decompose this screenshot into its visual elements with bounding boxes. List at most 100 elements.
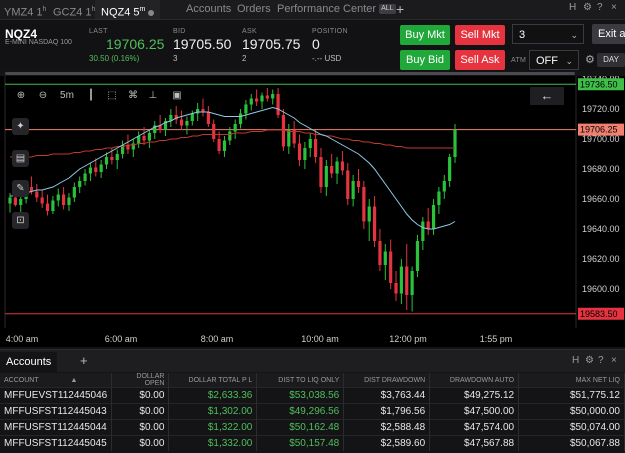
table-row[interactable]: MFFUSFST112445043 $0.00 $1,302.00 $49,296.5… xyxy=(0,403,625,420)
column-header-max-net-liq[interactable]: MAX NET LIQ xyxy=(518,373,625,388)
crosshair-box-icon[interactable]: ⬚ xyxy=(105,89,119,103)
candle-body xyxy=(271,94,275,99)
indicators-icon[interactable]: ⊥ xyxy=(146,89,160,103)
chart-scrollbar[interactable] xyxy=(5,72,575,75)
pencil-tool-icon[interactable]: ✎ xyxy=(12,180,29,197)
draw-tools-icon[interactable]: ⌘ xyxy=(126,89,140,103)
candle-body xyxy=(324,166,328,187)
candle-body xyxy=(35,191,39,198)
tab-nqz4[interactable]: NQZ4 5m xyxy=(95,0,161,19)
candle-style-icon[interactable]: ┃ xyxy=(84,89,98,103)
candle-body xyxy=(453,130,457,157)
tab-gcz4[interactable]: GCZ4 1h xyxy=(53,0,95,19)
last-change: 30.50 (0.16%) xyxy=(89,54,140,63)
help-icon[interactable]: ? xyxy=(598,355,604,366)
atm-label: ATM xyxy=(511,57,527,64)
tab-orders[interactable]: Orders xyxy=(237,0,271,19)
cursor-tool-icon[interactable]: ✦ xyxy=(12,118,29,135)
buy-mkt-button[interactable]: Buy Mkt xyxy=(400,25,450,45)
exit-at-button[interactable]: Exit at xyxy=(592,24,625,44)
help-icon[interactable]: ? xyxy=(597,2,603,13)
add-panel-tab-button[interactable]: + xyxy=(80,353,88,368)
tab-ymz4[interactable]: YMZ4 1h xyxy=(4,0,46,19)
table-header-row: ACCOUNT ▲ DOLLAR OPEN DOLLAR TOTAL P L D… xyxy=(0,373,625,388)
bid-label: BID xyxy=(173,28,186,35)
interval-selector[interactable]: 5m xyxy=(58,89,76,103)
column-header-dollar-total-pl[interactable]: DOLLAR TOTAL P L xyxy=(168,373,258,388)
candle-body xyxy=(405,266,409,295)
table-cell: $2,633.36 xyxy=(168,387,258,404)
scroll-to-latest-arrow-icon[interactable]: ← xyxy=(530,87,564,105)
candle-body xyxy=(217,139,221,151)
price-chart[interactable]: 19740.0019720.0019700.0019680.0019660.00… xyxy=(0,76,625,347)
tab-label: NQZ4 5 xyxy=(101,6,140,19)
tab-performance-center[interactable]: Performance Center ALL xyxy=(277,0,396,19)
table-cell: $47,567.88 xyxy=(429,435,520,451)
zoom-out-icon[interactable]: ⊖ xyxy=(36,89,50,103)
zoom-in-icon[interactable]: ⊕ xyxy=(14,89,28,103)
candle-body xyxy=(314,139,318,157)
tab-label: Performance Center xyxy=(277,3,377,15)
close-icon[interactable]: × xyxy=(611,2,617,13)
day-tif-button[interactable]: DAY xyxy=(597,53,625,67)
gear-icon[interactable]: ⚙ xyxy=(583,2,592,13)
candle-body xyxy=(356,181,361,187)
table-cell: $0.00 xyxy=(111,435,170,451)
notes-tool-icon[interactable]: ▤ xyxy=(12,150,29,167)
buy-bid-button[interactable]: Buy Bid xyxy=(400,50,450,70)
position-usd: -.-- USD xyxy=(312,54,342,63)
atm-select[interactable]: OFF ⌄ xyxy=(529,50,579,70)
add-tab-button[interactable]: + xyxy=(396,0,404,19)
candle-body xyxy=(99,164,103,172)
tab-accounts[interactable]: Accounts xyxy=(186,0,231,19)
candle-body xyxy=(303,148,307,160)
candle-body xyxy=(88,167,93,174)
column-header-dist-to-liq-only[interactable]: DIST TO LIQ ONLY xyxy=(256,373,345,388)
sell-mkt-button[interactable]: Sell Mkt xyxy=(455,25,505,45)
table-row[interactable]: MFFUEVST112445046 $0.00 $2,633.36 $53,038.5… xyxy=(0,387,625,404)
candle-body xyxy=(276,94,280,115)
column-header-account[interactable]: ACCOUNT ▲ xyxy=(0,373,113,388)
candle-body xyxy=(330,166,334,174)
atm-settings-gear-icon[interactable]: ⚙ xyxy=(585,53,595,66)
tab-bar: YMZ4 1h GCZ4 1h NQZ4 5m Accounts Orders … xyxy=(0,0,625,20)
all-badge[interactable]: ALL xyxy=(379,4,396,15)
table-cell: $1,796.56 xyxy=(343,403,431,420)
candle-body xyxy=(255,98,259,102)
candle-body xyxy=(185,121,189,126)
table-cell: MFFUSFST112445045 xyxy=(0,435,113,451)
candle-body xyxy=(319,157,323,187)
candle-body xyxy=(399,266,403,294)
tab-accounts-panel[interactable]: Accounts xyxy=(0,352,58,372)
close-icon[interactable]: × xyxy=(611,355,617,366)
templates-icon[interactable]: ▣ xyxy=(170,89,184,103)
table-cell: MFFUSFST112445044 xyxy=(0,419,113,436)
table-cell: $50,074.00 xyxy=(518,419,625,436)
h-icon[interactable]: H xyxy=(572,355,579,366)
table-cell: MFFUSFST112445043 xyxy=(0,403,113,420)
column-header-drawdown-auto[interactable]: DRAWDOWN AUTO xyxy=(429,373,520,388)
table-row[interactable]: MFFUSFST112445045 $0.00 $1,332.00 $50,157.4… xyxy=(0,435,625,451)
h-icon[interactable]: H xyxy=(569,2,576,13)
candle-body xyxy=(142,136,146,141)
candle-body xyxy=(335,161,339,174)
lock-tool-icon[interactable]: ⊡ xyxy=(12,212,29,229)
column-header-dollar-open[interactable]: DOLLAR OPEN xyxy=(111,373,170,388)
table-row[interactable]: MFFUSFST112445044 $0.00 $1,322.00 $50,162.4… xyxy=(0,419,625,436)
moving-average-blue-line xyxy=(10,106,456,230)
sell-ask-button[interactable]: Sell Ask xyxy=(455,50,505,70)
tab-label: YMZ4 1 xyxy=(4,6,43,19)
candle-body xyxy=(206,112,210,124)
candle-body xyxy=(378,241,382,265)
candle-body xyxy=(62,194,66,205)
y-tick-label: 19600.00 xyxy=(582,284,620,294)
candle-body xyxy=(45,203,50,211)
candle-body xyxy=(147,133,151,141)
quantity-select[interactable]: 3 ⌄ xyxy=(512,24,584,44)
gear-icon[interactable]: ⚙ xyxy=(585,355,594,366)
column-header-dist-drawdown[interactable]: DIST DRAWDOWN xyxy=(343,373,431,388)
candle-body xyxy=(238,113,243,124)
x-tick-label: 8:00 am xyxy=(201,334,234,344)
symbol-description: E-MINI NASDAQ 100 xyxy=(5,39,72,46)
candle-body xyxy=(212,124,216,139)
